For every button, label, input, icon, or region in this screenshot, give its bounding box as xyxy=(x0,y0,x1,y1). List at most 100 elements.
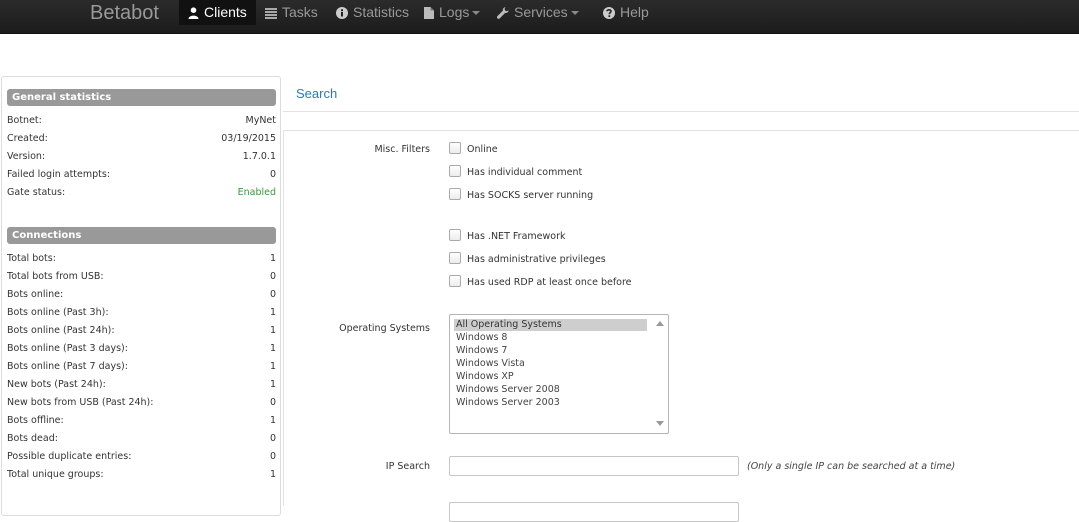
stat-label: Gate status: xyxy=(7,187,66,198)
checkbox-label: Online xyxy=(467,144,498,155)
stat-row: Version: 1.7.0.1 xyxy=(7,149,276,165)
nav-help[interactable]: Help xyxy=(603,0,649,25)
os-option[interactable]: Windows XP xyxy=(454,371,647,383)
next-input-field[interactable] xyxy=(449,502,739,522)
filter-socks-server[interactable]: Has SOCKS server running xyxy=(449,188,593,202)
stat-value: 1 xyxy=(269,307,276,318)
checkbox-label: Has SOCKS server running xyxy=(467,190,594,201)
filter-dotnet[interactable]: Has .NET Framework xyxy=(449,229,565,243)
os-option[interactable]: All Operating Systems xyxy=(454,319,647,331)
nav-clients[interactable]: Clients xyxy=(179,0,256,25)
stat-row: Gate status: Enabled xyxy=(7,185,276,201)
nav-tasks[interactable]: Tasks xyxy=(265,0,318,25)
stat-value: 1 xyxy=(269,361,276,372)
filter-admin-privileges[interactable]: Has administrative privileges xyxy=(449,252,606,266)
filter-individual-comment[interactable]: Has individual comment xyxy=(449,165,582,179)
stat-value: 0 xyxy=(269,397,276,408)
os-option[interactable]: Windows 8 xyxy=(454,332,647,344)
question-icon xyxy=(603,7,615,19)
stat-label: Bots dead: xyxy=(7,433,58,444)
stat-label: New bots from USB (Past 24h): xyxy=(7,397,154,408)
stat-value: 03/19/2015 xyxy=(221,133,276,144)
stat-label: Total bots from USB: xyxy=(7,271,104,282)
ip-search-input[interactable] xyxy=(449,456,739,476)
chevron-down-icon xyxy=(570,11,579,15)
socks-server-checkbox[interactable] xyxy=(449,188,461,200)
stat-row: Created: 03/19/2015 xyxy=(7,131,276,147)
brand-logo[interactable]: Betabot xyxy=(90,2,159,25)
stat-value: 0 xyxy=(269,433,276,444)
checkbox-label: Has administrative privileges xyxy=(467,254,606,265)
stat-row: Bots dead: 0 xyxy=(7,431,276,447)
stat-label: Bots online (Past 7 days): xyxy=(7,361,128,372)
wrench-icon xyxy=(496,7,509,19)
filter-online[interactable]: Online xyxy=(449,142,498,156)
stat-label: Total bots: xyxy=(7,253,56,264)
stat-row: New bots (Past 24h): 1 xyxy=(7,377,276,393)
stat-row: New bots from USB (Past 24h): 0 xyxy=(7,395,276,411)
scroll-up-arrow-icon[interactable] xyxy=(656,321,664,326)
nav-clients-label: Clients xyxy=(204,4,247,20)
top-navbar: Betabot Clients Tasks Statistics Logs Se… xyxy=(0,0,1079,34)
stat-label: Bots offline: xyxy=(7,415,64,426)
stat-label: Bots online: xyxy=(7,289,64,300)
stat-label: Botnet: xyxy=(7,115,42,126)
stat-label: Total unique groups: xyxy=(7,469,104,480)
stat-label: Bots online (Past 3h): xyxy=(7,307,109,318)
ip-search-hint: (Only a single IP can be searched at a t… xyxy=(747,461,956,472)
stat-value: 0 xyxy=(269,271,276,282)
nav-services-label: Services xyxy=(514,4,568,20)
stat-row: Possible duplicate entries: 0 xyxy=(7,449,276,465)
nav-logs-label: Logs xyxy=(439,4,470,20)
operating-systems-label: Operating Systems xyxy=(339,323,430,334)
operating-systems-listbox[interactable]: All Operating Systems Windows 8 Windows … xyxy=(449,314,669,434)
gate-status-value: Enabled xyxy=(237,187,276,198)
nav-services[interactable]: Services xyxy=(496,0,579,25)
stat-row: Failed login attempts: 0 xyxy=(7,167,276,183)
nav-tasks-label: Tasks xyxy=(282,4,318,20)
panel-border xyxy=(283,130,284,506)
scroll-down-arrow-icon[interactable] xyxy=(656,421,664,426)
nav-statistics[interactable]: Statistics xyxy=(336,0,409,25)
dotnet-checkbox[interactable] xyxy=(449,229,461,241)
os-option[interactable]: Windows Server 2003 xyxy=(454,397,647,409)
stat-row: Bots online (Past 3 days): 1 xyxy=(7,341,276,357)
stat-row: Bots online (Past 7 days): 1 xyxy=(7,359,276,375)
filter-rdp[interactable]: Has used RDP at least once before xyxy=(449,275,632,289)
chevron-down-icon xyxy=(472,11,481,15)
statistics-sidebar: General statistics Botnet: MyNet Created… xyxy=(1,76,281,516)
stat-row: Bots online (Past 24h): 1 xyxy=(7,323,276,339)
info-icon xyxy=(336,7,348,19)
stat-value: 1 xyxy=(269,469,276,480)
online-checkbox[interactable] xyxy=(449,142,461,154)
file-icon xyxy=(424,7,434,19)
stat-label: Created: xyxy=(7,133,48,144)
divider xyxy=(283,111,1079,112)
os-option[interactable]: Windows Server 2008 xyxy=(454,384,647,396)
ip-search-label: IP Search xyxy=(385,461,430,472)
stat-value: 1 xyxy=(269,379,276,390)
os-option[interactable]: Windows 7 xyxy=(454,345,647,357)
stat-value: 1 xyxy=(269,415,276,426)
nav-logs[interactable]: Logs xyxy=(424,0,481,25)
stat-row: Total unique groups: 1 xyxy=(7,467,276,483)
stat-label: Bots online (Past 3 days): xyxy=(7,343,128,354)
stat-row: Bots online (Past 3h): 1 xyxy=(7,305,276,321)
stat-row: Bots online: 0 xyxy=(7,287,276,303)
search-heading: Search xyxy=(296,86,338,101)
stat-row: Bots offline: 1 xyxy=(7,413,276,429)
individual-comment-checkbox[interactable] xyxy=(449,165,461,177)
stat-row: Botnet: MyNet xyxy=(7,113,276,129)
nav-help-label: Help xyxy=(620,4,649,20)
general-statistics-header: General statistics xyxy=(7,89,276,106)
stat-value: MyNet xyxy=(245,115,277,126)
rdp-checkbox[interactable] xyxy=(449,275,461,287)
stat-value: 0 xyxy=(269,451,276,462)
connections-header: Connections xyxy=(7,227,276,244)
admin-privileges-checkbox[interactable] xyxy=(449,252,461,264)
os-option[interactable]: Windows Vista xyxy=(454,358,647,370)
checkbox-label: Has used RDP at least once before xyxy=(467,277,632,288)
stat-value: 1.7.0.1 xyxy=(242,151,276,162)
nav-statistics-label: Statistics xyxy=(353,4,410,20)
stat-label: New bots (Past 24h): xyxy=(7,379,106,390)
